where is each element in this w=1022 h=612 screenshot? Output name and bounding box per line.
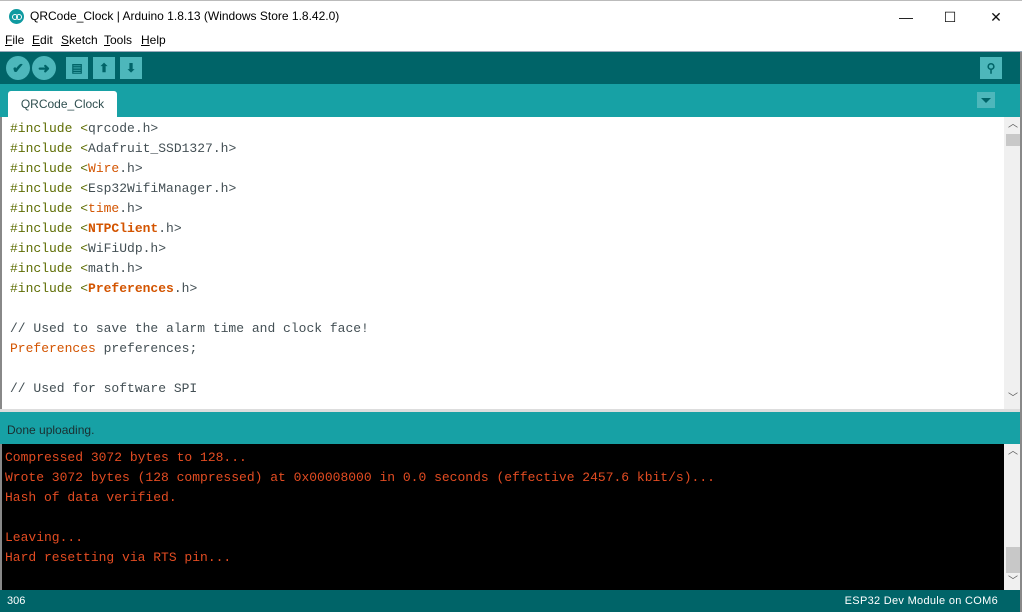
status-message: Done uploading. bbox=[7, 423, 95, 437]
console-output: Compressed 3072 bytes to 128... Wrote 30… bbox=[0, 444, 1004, 590]
menu-tools[interactable]: Tools bbox=[104, 33, 132, 47]
serial-monitor-button[interactable]: ⚲ bbox=[980, 57, 1002, 79]
status-bar: Done uploading. bbox=[0, 412, 1022, 444]
tab-bar: QRCode_Clock bbox=[0, 84, 1022, 117]
open-button[interactable]: ⬆ bbox=[93, 57, 115, 79]
board-port-label: ESP32 Dev Module on COM6 bbox=[844, 595, 998, 607]
code-line: #include <WiFiUdp.h> bbox=[10, 241, 167, 256]
console-line: Hard resetting via RTS pin... bbox=[5, 550, 232, 565]
console-line: Compressed 3072 bytes to 128... bbox=[5, 450, 247, 465]
arrow-up-icon: ⬆ bbox=[98, 61, 110, 75]
console-line: Wrote 3072 bytes (128 compressed) at 0x0… bbox=[5, 470, 715, 485]
tab-menu-dropdown[interactable] bbox=[977, 92, 995, 108]
tab-qrcode-clock[interactable]: QRCode_Clock bbox=[8, 91, 117, 117]
scrollbar-thumb[interactable] bbox=[1006, 134, 1020, 146]
new-file-icon: ▤ bbox=[71, 61, 83, 75]
minimize-button[interactable]: — bbox=[883, 1, 929, 33]
footer-bar: 306 ESP32 Dev Module on COM6 bbox=[0, 590, 1022, 612]
toolbar: ✔ ➜ ▤ ⬆ ⬇ ⚲ bbox=[0, 52, 1022, 84]
code-line: #include <NTPClient.h> bbox=[10, 221, 182, 236]
magnifier-icon: ⚲ bbox=[986, 61, 996, 75]
line-number: 306 bbox=[7, 595, 26, 607]
close-icon: ✕ bbox=[990, 8, 1002, 25]
code-comment: // Used to save the alarm time and clock… bbox=[10, 321, 369, 336]
maximize-icon: ☐ bbox=[943, 8, 957, 25]
menu-edit[interactable]: Edit bbox=[32, 33, 53, 47]
code-line: #include <qrcode.h> bbox=[10, 121, 159, 136]
code-line: #include <Preferences.h> bbox=[10, 281, 198, 296]
menu-file[interactable]: File bbox=[5, 33, 24, 47]
checkmark-icon: ✔ bbox=[12, 59, 24, 76]
code-line: #include <Wire.h> bbox=[10, 161, 143, 176]
minimize-icon: — bbox=[899, 9, 913, 25]
menu-sketch[interactable]: Sketch bbox=[61, 33, 98, 47]
arduino-logo-icon bbox=[9, 9, 24, 24]
new-sketch-button[interactable]: ▤ bbox=[66, 57, 88, 79]
code-line: #include <time.h> bbox=[10, 201, 143, 216]
console-line: Hash of data verified. bbox=[5, 490, 177, 505]
arrow-down-icon: ⬇ bbox=[125, 61, 137, 75]
console-line: Leaving... bbox=[5, 530, 84, 545]
window-title: QRCode_Clock | Arduino 1.8.13 (Windows S… bbox=[30, 9, 340, 23]
code-editor[interactable]: #include <qrcode.h> #include <Adafruit_S… bbox=[0, 117, 1004, 409]
code-line: #include <Esp32WifiManager.h> bbox=[10, 181, 237, 196]
code-comment: // Used for software SPI bbox=[10, 381, 198, 396]
arrow-right-icon: ➜ bbox=[38, 59, 50, 76]
save-button[interactable]: ⬇ bbox=[120, 57, 142, 79]
upload-button[interactable]: ➜ bbox=[32, 56, 56, 80]
menu-help[interactable]: Help bbox=[141, 33, 166, 47]
close-button[interactable]: ✕ bbox=[973, 1, 1019, 33]
maximize-button[interactable]: ☐ bbox=[927, 1, 973, 33]
menu-bar: File Edit Sketch Tools Help bbox=[0, 32, 1022, 52]
title-bar: QRCode_Clock | Arduino 1.8.13 (Windows S… bbox=[0, 0, 1022, 32]
verify-button[interactable]: ✔ bbox=[6, 56, 30, 80]
code-line: #include <math.h> bbox=[10, 261, 143, 276]
code-line: Preferences preferences; bbox=[10, 341, 198, 356]
scrollbar-thumb[interactable] bbox=[1006, 547, 1020, 573]
code-line: #include <Adafruit_SSD1327.h> bbox=[10, 141, 237, 156]
